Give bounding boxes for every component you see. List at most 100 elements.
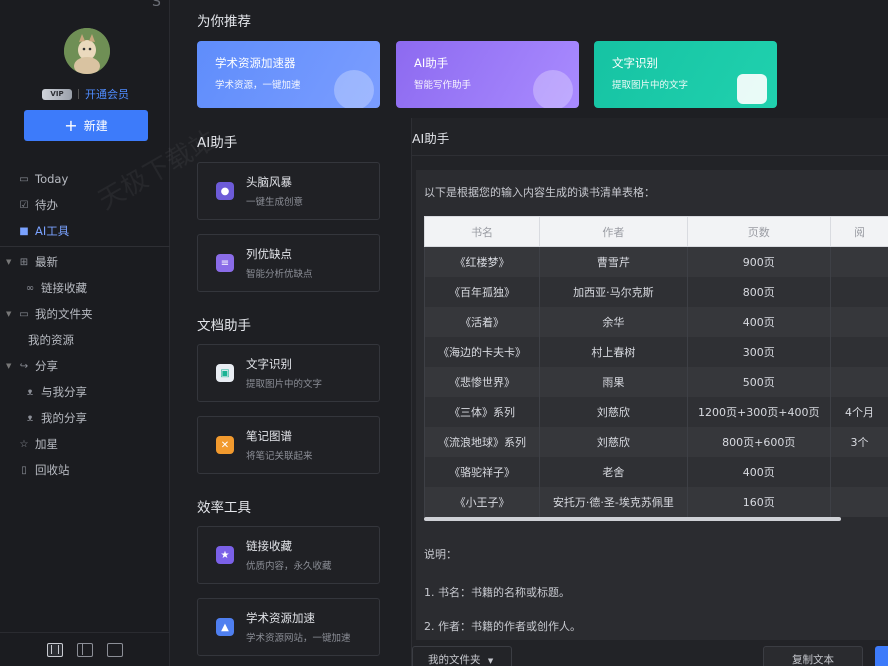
sidebar-item-my-resources[interactable]: 我的资源 (0, 327, 170, 353)
chevron-down-icon: ▼ (6, 362, 12, 370)
tool-title: 文字识别 (246, 357, 292, 371)
ai-assistant-panel: AI助手 以下是根据您的输入内容生成的读书清单表格： 书名 作者 页数 阅 《红… (411, 118, 888, 666)
ai-panel-title: AI助手 (412, 131, 450, 146)
table-cell: 3个 (829, 426, 888, 457)
reading-list-table: 书名 作者 页数 阅 《红楼梦》 曹雪芹 900页 《百年孤独》 加西亚·马尔克斯 800… (423, 216, 888, 517)
folder-icon: ▭ (19, 308, 29, 320)
sidebar-item-my-shares[interactable]: ᴥ 我的分享 (0, 405, 170, 431)
sidebar-item-recent[interactable]: ▼ ⊞ 最新 (0, 249, 170, 275)
vip-badge: VIP (42, 88, 72, 100)
calendar-icon: ▭ (19, 173, 29, 185)
table-cell: 800页+600页 (686, 426, 831, 457)
promo-title: 文字识别 (612, 56, 658, 70)
table-row: 《小王子》 安托万·德·圣-埃克苏佩里 160页 (423, 486, 888, 517)
copy-text-button[interactable]: 复制文本 (763, 646, 863, 666)
table-cell: 4个月 (829, 396, 888, 427)
table-row: 《三体》系列 刘慈欣 1200页+300页+400页 4个月 (423, 396, 888, 427)
tool-note-graph[interactable]: ✕ 笔记图谱 将笔记关联起来 (197, 416, 380, 474)
tool-brainstorm[interactable]: ● 头脑风暴 一键生成创意 (197, 162, 380, 220)
table-cell: 刘慈欣 (539, 396, 688, 427)
tool-pros-cons[interactable]: ≡ 列优缺点 智能分析优缺点 (197, 234, 380, 292)
sidebar-item-share[interactable]: ▼ ↪ 分享 (0, 353, 170, 379)
sidebar-item-starred[interactable]: ☆ 加星 (0, 431, 170, 457)
column-header: 书名 (423, 216, 541, 247)
tool-title: 头脑风暴 (246, 175, 292, 189)
sidebar-item-label: 与我分享 (41, 385, 87, 399)
three-column-view-icon[interactable] (47, 642, 63, 657)
recommend-title: 为你推荐 (197, 14, 251, 30)
sidebar-top-glyph: S (152, 0, 161, 10)
single-view-icon[interactable] (107, 642, 123, 657)
table-cell: 300页 (686, 336, 831, 367)
sidebar-item-label: 我的文件夹 (35, 307, 93, 321)
plus-icon: + (64, 115, 78, 135)
sidebar-item-trash[interactable]: ▯ 回收站 (0, 457, 170, 483)
table-row: 《红楼梦》 曹雪芹 900页 (423, 246, 888, 277)
sidebar-item-ai-tools[interactable]: ■ AI工具 (0, 218, 170, 244)
tool-subtitle: 一键生成创意 (246, 197, 304, 208)
promo-title: AI助手 (414, 56, 449, 70)
sidebar-item-label: 链接收藏 (41, 281, 87, 295)
sidebar-item-label: 待办 (35, 198, 58, 212)
promo-ai-assistant[interactable]: AI助手 智能写作助手 (396, 41, 579, 108)
tool-ocr[interactable]: ▣ 文字识别 提取图片中的文字 (197, 344, 380, 402)
image-text-icon (737, 74, 767, 104)
table-horizontal-scrollbar[interactable] (424, 517, 841, 521)
table-cell: 160页 (686, 486, 831, 517)
table-cell (829, 246, 888, 277)
table-cell: 村上春树 (539, 336, 688, 367)
table-cell (829, 336, 888, 367)
link-icon: ∞ (25, 282, 35, 294)
tool-title: 学术资源加速 (246, 611, 315, 625)
list-icon: ≡ (216, 254, 234, 272)
sidebar-item-todo[interactable]: ☑ 待办 (0, 192, 170, 218)
sidebar-item-label: 分享 (35, 359, 58, 373)
main-area: 为你推荐 学术资源加速器 学术资源，一键加速 AI助手 智能写作助手 文字识别 … (93, 0, 888, 666)
ai-response: 以下是根据您的输入内容生成的读书清单表格： 书名 作者 页数 阅 《红楼梦》 曹雪… (416, 170, 888, 640)
table-cell (829, 276, 888, 307)
note-line: 2. 作者：书籍的作者或创作人。 (424, 620, 581, 633)
table-cell: 400页 (686, 306, 831, 337)
rocket-icon (334, 70, 374, 108)
sidebar-item-my-folder[interactable]: ▼ ▭ 我的文件夹 (0, 301, 170, 327)
avatar[interactable] (64, 28, 110, 74)
new-button[interactable]: + 新建 (24, 110, 148, 141)
table-cell: 《红楼梦》 (423, 246, 541, 277)
table-cell: 《百年孤独》 (423, 276, 541, 307)
tool-link-collection[interactable]: ★ 链接收藏 优质内容，永久收藏 (197, 526, 380, 584)
table-cell: 《骆驼祥子》 (423, 456, 541, 487)
rocket-icon: ▲ (216, 618, 234, 636)
table-cell (829, 456, 888, 487)
sidebar-item-label: 回收站 (35, 463, 70, 477)
tool-academic-accelerate[interactable]: ▲ 学术资源加速 学术资源网站，一键加速 (197, 598, 380, 656)
user-icon: ᴥ (26, 386, 34, 398)
promo-academic-accelerator[interactable]: 学术资源加速器 学术资源，一键加速 (197, 41, 380, 108)
table-row: 《活着》 余华 400页 (423, 306, 888, 337)
sidebar-item-link-collection[interactable]: ∞ 链接收藏 (0, 275, 170, 301)
tool-subtitle: 优质内容，永久收藏 (246, 561, 332, 572)
section-title-doc: 文档助手 (197, 318, 251, 334)
two-column-view-icon[interactable] (77, 642, 93, 657)
sidebar-item-label: 我的资源 (28, 333, 74, 347)
checkbox-icon: ☑ (19, 199, 29, 211)
note-line: 1. 书名：书籍的名称或标题。 (424, 586, 570, 599)
table-cell: 加西亚·马尔克斯 (539, 276, 688, 307)
tool-title: 笔记图谱 (246, 429, 292, 443)
column-header: 作者 (539, 216, 688, 247)
primary-action-button[interactable] (875, 646, 888, 666)
table-cell: 安托万·德·圣-埃克苏佩里 (539, 486, 688, 517)
table-cell: 雨果 (539, 366, 688, 397)
sidebar-item-today[interactable]: ▭ Today (0, 166, 170, 192)
column-header: 页数 (686, 216, 831, 247)
star-icon: ☆ (19, 438, 29, 450)
promo-ocr[interactable]: 文字识别 提取图片中的文字 (594, 41, 777, 108)
folder-select[interactable]: 我的文件夹 ▼ (412, 646, 512, 666)
table-cell (829, 486, 888, 517)
sidebar-item-label: 加星 (35, 437, 58, 451)
trash-icon: ▯ (21, 464, 27, 476)
divider (0, 246, 170, 247)
sidebar-item-label: 最新 (35, 255, 58, 269)
image-text-icon: ▣ (216, 364, 234, 382)
sidebar-item-shared-with-me[interactable]: ᴥ 与我分享 (0, 379, 170, 405)
open-vip-link[interactable]: 开通会员 (85, 86, 129, 102)
